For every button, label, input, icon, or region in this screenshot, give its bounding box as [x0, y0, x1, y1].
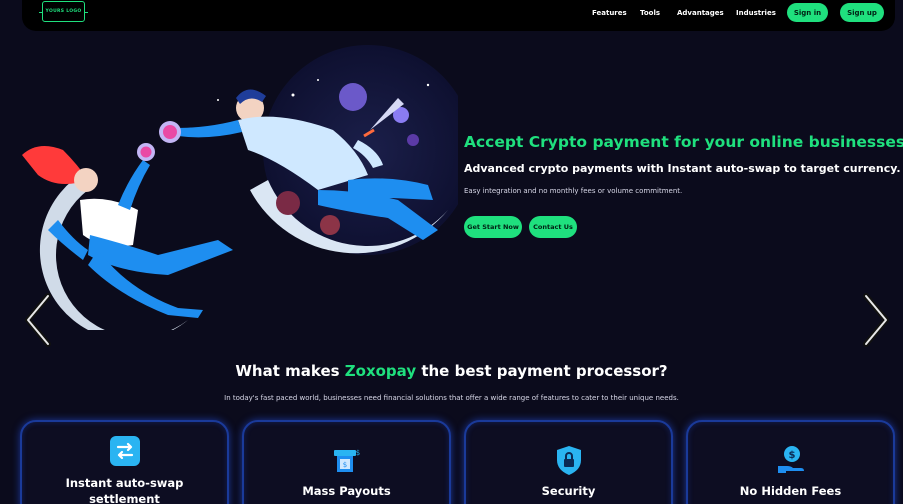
section-title-prefix: What makes — [235, 362, 345, 380]
hero-subtitle: Advanced crypto payments with Instant au… — [464, 162, 901, 175]
logo-text: YOURS LOGO — [45, 9, 82, 14]
feature-title: Mass Payouts — [302, 484, 391, 498]
nav-link-tools[interactable]: Tools — [640, 9, 660, 17]
feature-card-no-hidden-fees[interactable]: $ No Hidden Fees — [686, 420, 895, 504]
feature-card-mass-payouts[interactable]: $ $ Mass Payouts — [242, 420, 451, 504]
hand-coin-icon: $ — [777, 446, 804, 473]
atm-cash-icon: $ $ — [333, 449, 360, 472]
hero-note: Easy integration and no monthly fees or … — [464, 187, 683, 195]
feature-title-line2: settlement — [89, 492, 160, 504]
section-title: What makes Zoxopay the best payment proc… — [0, 362, 903, 380]
get-started-button[interactable]: Get Start Now — [464, 216, 522, 238]
top-navbar: YOURS LOGO Features Tools Advantages Ind… — [22, 0, 895, 31]
hero-illustration — [22, 45, 458, 330]
feature-title: Security — [541, 484, 596, 498]
carousel-next-arrow-icon[interactable] — [858, 290, 892, 350]
feature-card-auto-swap[interactable]: Instant auto-swap settlement — [20, 420, 229, 504]
feature-card-security[interactable]: Security — [464, 420, 673, 504]
svg-text:$: $ — [342, 461, 346, 469]
shield-lock-icon — [556, 446, 581, 475]
feature-title: Instant auto-swap — [65, 476, 184, 490]
svg-text:$: $ — [355, 449, 359, 457]
nav-link-features[interactable]: Features — [592, 9, 627, 17]
carousel-prev-arrow-icon[interactable] — [22, 290, 56, 350]
logo[interactable]: YOURS LOGO — [39, 1, 88, 22]
signin-button[interactable]: Sign in — [787, 3, 828, 22]
contact-us-button[interactable]: Contact Us — [529, 216, 577, 238]
feature-title: No Hidden Fees — [739, 484, 842, 498]
svg-text:$: $ — [788, 450, 795, 461]
section-title-suffix: the best payment processor? — [416, 362, 668, 380]
section-title-brand: Zoxopay — [344, 362, 417, 380]
page: YOURS LOGO Features Tools Advantages Ind… — [0, 0, 903, 504]
hero-title: Accept Crypto payment for your online bu… — [464, 133, 903, 151]
nav-link-advantages[interactable]: Advantages — [677, 9, 724, 17]
signup-button[interactable]: Sign up — [840, 3, 884, 22]
swap-arrows-icon — [109, 436, 140, 466]
section-description: In today's fast paced world, businesses … — [224, 394, 679, 402]
nav-link-industries[interactable]: Industries — [736, 9, 776, 17]
planet-purple — [339, 83, 367, 111]
